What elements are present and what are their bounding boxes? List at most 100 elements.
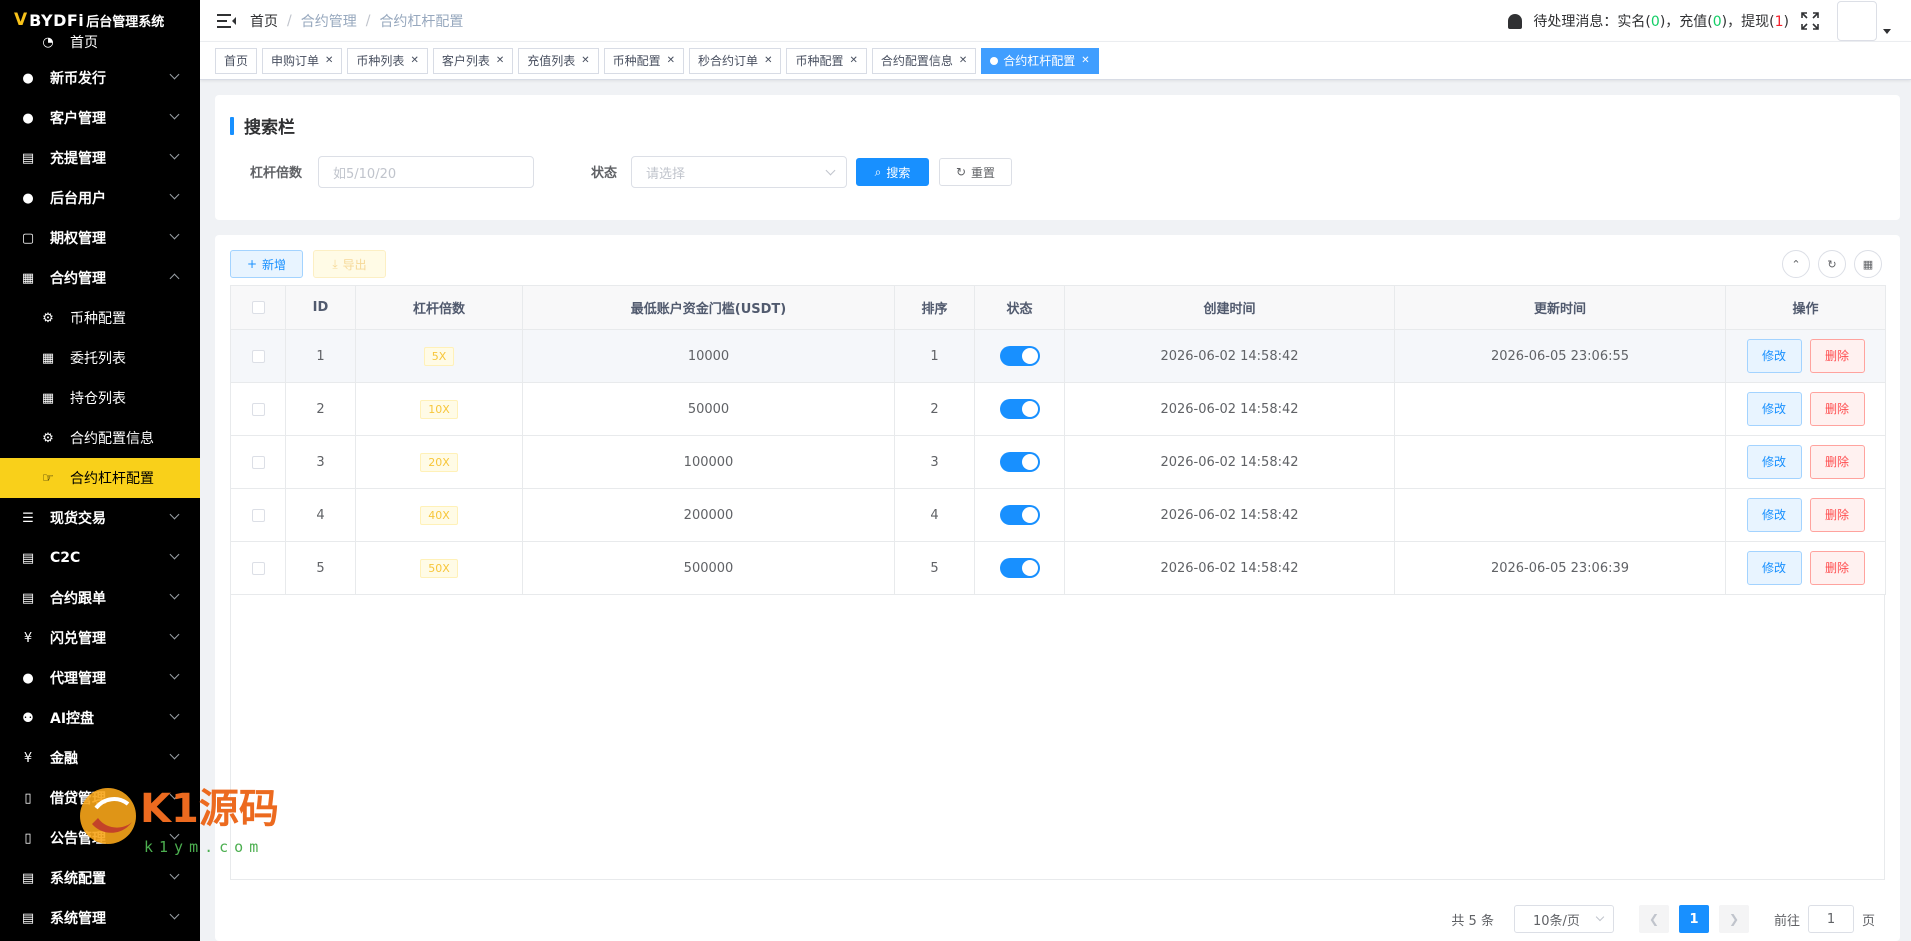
sidebar-group-after-10[interactable]: ▤ 系统管理 — [0, 898, 200, 938]
hamburger-icon[interactable] — [217, 13, 236, 28]
row-select[interactable] — [230, 435, 286, 489]
goto-input[interactable]: 1 — [1807, 905, 1854, 933]
row-select[interactable] — [230, 541, 286, 595]
row-select[interactable] — [230, 329, 286, 383]
notice-deposit[interactable]: 充值(0) — [1679, 11, 1727, 31]
avatar[interactable] — [1837, 1, 1877, 41]
status-toggle[interactable] — [999, 399, 1040, 419]
close-icon[interactable]: ✕ — [581, 55, 589, 66]
notice-withdraw[interactable]: 提现(1) — [1741, 11, 1789, 31]
chevron-down-icon — [169, 549, 180, 560]
tab-3[interactable]: 客户列表 ✕ — [432, 47, 514, 74]
sidebar-group-after-6[interactable]: ¥ 金融 — [0, 738, 200, 778]
bell-icon[interactable] — [1508, 13, 1523, 29]
status-toggle[interactable] — [999, 505, 1040, 525]
tab-label: 币种配置 — [612, 54, 661, 68]
export-button[interactable]: ⤓ 导出 — [313, 250, 386, 278]
row-checkbox[interactable] — [251, 402, 265, 416]
sidebar-group-1[interactable]: ● 客户管理 — [0, 98, 200, 138]
sidebar-group-5[interactable]: ▦ 合约管理 — [0, 258, 200, 298]
fullscreen-icon[interactable] — [1801, 12, 1819, 30]
table-body: 1 5X 10000 1 2026-06-02 14:58:42 2026-06-05 2… — [230, 329, 1886, 595]
leverage-input[interactable]: 如5/10/20 — [318, 156, 534, 188]
tab-5[interactable]: 币种配置 ✕ — [603, 47, 685, 74]
page-size-select[interactable]: 10条/页 — [1513, 905, 1614, 933]
sidebar-subitem-1[interactable]: ▦ 委托列表 — [0, 338, 200, 378]
tab-9[interactable]: 合约杠杆配置 ✕ — [981, 47, 1099, 74]
sidebar-item-label: 合约管理 — [50, 271, 106, 287]
sidebar-group-after-7[interactable]: ▯ 借贷管理 — [0, 778, 200, 818]
refresh-table-icon[interactable]: ↻ — [1818, 250, 1846, 278]
delete-button[interactable]: 删除 — [1809, 551, 1865, 585]
select-all-checkbox[interactable] — [251, 301, 265, 314]
sidebar-subitem-4[interactable]: ☞ 合约杠杆配置 — [0, 458, 200, 498]
status-toggle[interactable] — [999, 558, 1040, 578]
reset-button[interactable]: ↻ 重置 — [939, 158, 1012, 186]
row-checkbox[interactable] — [251, 561, 265, 575]
sidebar-group-2[interactable]: ▤ 充提管理 — [0, 138, 200, 178]
tab-6[interactable]: 秒合约订单 ✕ — [689, 47, 782, 74]
add-button[interactable]: + 新增 — [230, 250, 303, 278]
toggle-search-icon[interactable]: ⌃ — [1782, 250, 1810, 278]
close-icon[interactable]: ✕ — [1081, 55, 1089, 66]
row-select[interactable] — [230, 488, 286, 542]
sidebar-group-after-2[interactable]: ▤ 合约跟单 — [0, 578, 200, 618]
tab-1[interactable]: 申购订单 ✕ — [262, 47, 343, 74]
sidebar-group-after-4[interactable]: ● 代理管理 — [0, 658, 200, 698]
close-icon[interactable]: ✕ — [849, 55, 857, 66]
tab-8[interactable]: 合约配置信息 ✕ — [871, 47, 977, 74]
edit-button[interactable]: 修改 — [1746, 339, 1802, 373]
row-checkbox[interactable] — [251, 508, 265, 522]
sidebar-group-3[interactable]: ● 后台用户 — [0, 178, 200, 218]
tab-0[interactable]: 首页 — [215, 47, 258, 74]
status-toggle[interactable] — [999, 452, 1040, 472]
status-toggle[interactable] — [999, 346, 1040, 366]
tab-2[interactable]: 币种列表 ✕ — [347, 47, 428, 74]
close-icon[interactable]: ✕ — [325, 55, 333, 66]
tab-4[interactable]: 充值列表 ✕ — [518, 47, 599, 74]
breadcrumb-home[interactable]: 首页 — [250, 11, 278, 31]
prev-page-button[interactable]: ❮ — [1638, 905, 1669, 933]
columns-icon[interactable]: ▦ — [1854, 250, 1882, 278]
col-actions: 操作 — [1725, 285, 1886, 330]
next-page-button[interactable]: ❯ — [1718, 905, 1749, 933]
sidebar-group-after-3[interactable]: ¥ 闪兑管理 — [0, 618, 200, 658]
sidebar-subitem-0[interactable]: ⚙ 币种配置 — [0, 298, 200, 338]
caret-down-icon[interactable] — [1883, 28, 1891, 34]
edit-button[interactable]: 修改 — [1746, 392, 1802, 426]
sidebar-group-0[interactable]: ● 新币发行 — [0, 58, 200, 98]
row-checkbox[interactable] — [251, 455, 265, 469]
close-icon[interactable]: ✕ — [410, 55, 418, 66]
close-icon[interactable]: ✕ — [496, 55, 504, 66]
sidebar-group-after-0[interactable]: ☰ 现货交易 — [0, 498, 200, 538]
sidebar-item-home[interactable]: ◔ 首页 — [0, 26, 200, 58]
leverage-tag: 40X — [420, 505, 458, 525]
sidebar-group-after-9[interactable]: ▤ 系统配置 — [0, 858, 200, 898]
sidebar-group-after-1[interactable]: ▤ C2C — [0, 538, 200, 578]
delete-button[interactable]: 删除 — [1809, 339, 1865, 373]
search-button[interactable]: ⌕ 搜索 — [856, 158, 929, 186]
delete-button[interactable]: 删除 — [1809, 498, 1865, 532]
refresh-icon: ↻ — [955, 165, 967, 179]
delete-button[interactable]: 删除 — [1809, 445, 1865, 479]
sidebar-group-after-8[interactable]: ▯ 公告管理 — [0, 818, 200, 858]
row-select[interactable] — [230, 382, 286, 436]
page-number[interactable]: 1 — [1678, 905, 1709, 933]
sidebar-group-after-5[interactable]: ⚉ AI控盘 — [0, 698, 200, 738]
edit-button[interactable]: 修改 — [1746, 551, 1802, 585]
status-select[interactable]: 请选择 — [631, 156, 847, 188]
edit-button[interactable]: 修改 — [1746, 445, 1802, 479]
delete-button[interactable]: 删除 — [1809, 392, 1865, 426]
edit-button[interactable]: 修改 — [1746, 498, 1802, 532]
notice-kyc[interactable]: 实名(0) — [1617, 11, 1665, 31]
close-icon[interactable]: ✕ — [667, 55, 675, 66]
sidebar-group-4[interactable]: ▢ 期权管理 — [0, 218, 200, 258]
sidebar-subitem-3[interactable]: ⚙ 合约配置信息 — [0, 418, 200, 458]
sidebar-subitem-2[interactable]: ▦ 持仓列表 — [0, 378, 200, 418]
close-icon[interactable]: ✕ — [764, 55, 772, 66]
close-icon[interactable]: ✕ — [959, 55, 967, 66]
row-checkbox[interactable] — [251, 349, 265, 363]
cell-status — [974, 329, 1065, 383]
header-select-all[interactable] — [230, 285, 286, 330]
tab-7[interactable]: 币种配置 ✕ — [786, 47, 867, 74]
